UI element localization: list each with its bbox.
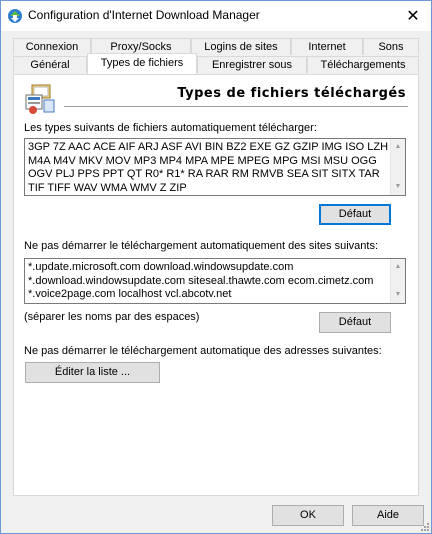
scroll-down-icon[interactable]: ▼ [391,180,405,194]
tab-telechargements[interactable]: Téléchargements [307,56,419,73]
resize-grip-icon[interactable] [419,521,429,531]
scroll-up-icon[interactable]: ▲ [391,260,405,274]
excluded-sites-textarea[interactable]: *.update.microsoft.com download.windowsu… [24,258,406,304]
tab-strip: Connexion Proxy/Socks Logins de sites In… [1,31,431,77]
dialog-footer: OK Aide [1,496,431,533]
tab-logins-de-sites[interactable]: Logins de sites [191,38,291,55]
tab-internet[interactable]: Internet [291,38,363,55]
sites-default-button[interactable]: Défaut [319,312,391,333]
file-types-icon [24,83,56,115]
scroll-down-icon[interactable]: ▼ [391,288,405,302]
scroll-up-icon[interactable]: ▲ [391,140,405,154]
types-default-button[interactable]: Défaut [319,204,391,225]
file-types-textarea[interactable]: 3GP 7Z AAC ACE AIF ARJ ASF AVI BIN BZ2 E… [24,138,406,196]
close-icon[interactable]: ✕ [395,1,431,31]
title-bar[interactable]: Configuration d'Internet Download Manage… [1,1,431,31]
tab-general[interactable]: Général [13,56,87,73]
sites-hint: (séparer les noms par des espaces) [24,311,200,323]
types-label: Les types suivants de fichiers automatiq… [24,122,317,134]
idm-app-icon [7,8,23,24]
excluded-sites-value: *.update.microsoft.com download.windowsu… [28,261,374,300]
tab-types-de-fichiers[interactable]: Types de fichiers [87,53,197,74]
sites-scrollbar[interactable]: ▲ ▼ [390,259,405,303]
tab-connexion[interactable]: Connexion [13,38,91,55]
file-types-panel: Types de fichiers téléchargés Les types … [13,74,419,496]
file-types-value: 3GP 7Z AAC ACE AIF ARJ ASF AVI BIN BZ2 E… [28,141,389,194]
window-title: Configuration d'Internet Download Manage… [28,8,260,22]
heading-divider [64,106,408,107]
help-button[interactable]: Aide [352,505,424,526]
tab-enregistrer-sous[interactable]: Enregistrer sous [197,56,307,73]
sites-label: Ne pas démarrer le téléchargement automa… [24,240,379,252]
types-scrollbar[interactable]: ▲ ▼ [390,139,405,195]
edit-list-button[interactable]: Éditer la liste ... [25,362,160,383]
tab-sons[interactable]: Sons [363,38,419,55]
idm-config-window: Configuration d'Internet Download Manage… [0,0,432,534]
ok-button[interactable]: OK [272,505,344,526]
addresses-label: Ne pas démarrer le téléchargement automa… [24,345,382,357]
panel-heading: Types de fichiers téléchargés [177,86,406,101]
